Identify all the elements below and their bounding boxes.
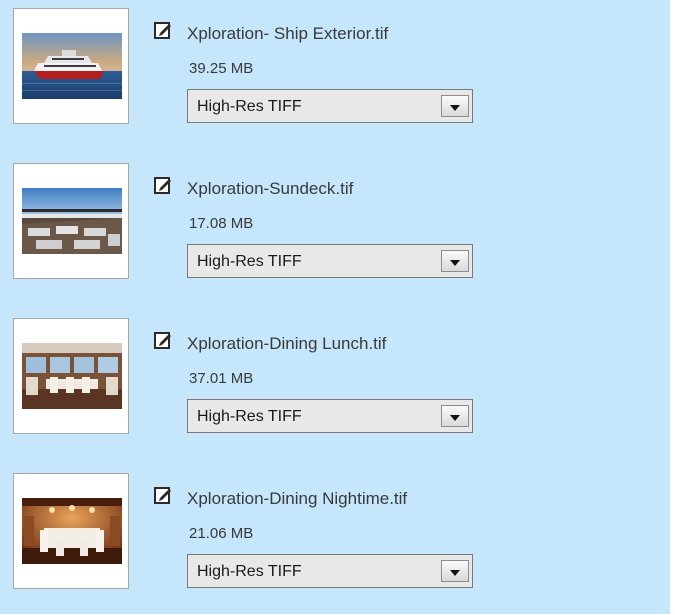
edit-icon[interactable] bbox=[154, 176, 172, 194]
file-name: Xploration- Ship Exterior.tif bbox=[187, 24, 389, 43]
format-select[interactable]: High-Res TIFF bbox=[187, 554, 473, 588]
format-select-value: High-Res TIFF bbox=[197, 98, 302, 115]
thumbnail-ship-exterior[interactable] bbox=[22, 33, 122, 99]
format-select[interactable]: High-Res TIFF bbox=[187, 399, 473, 433]
chevron-down-icon[interactable] bbox=[441, 560, 469, 582]
thumbnail-frame[interactable] bbox=[13, 8, 129, 124]
format-select-value: High-Res TIFF bbox=[197, 408, 302, 425]
file-item: Xploration-Sundeck.tif 17.08 MB High-Res… bbox=[0, 155, 670, 305]
file-size: 39.25 MB bbox=[189, 60, 254, 77]
thumbnail-frame[interactable] bbox=[13, 318, 129, 434]
chevron-down-icon[interactable] bbox=[441, 250, 469, 272]
thumbnail-sundeck[interactable] bbox=[22, 188, 122, 254]
thumbnail-dining-nightime[interactable] bbox=[22, 498, 122, 564]
edit-icon[interactable] bbox=[154, 331, 172, 349]
format-select[interactable]: High-Res TIFF bbox=[187, 244, 473, 278]
chevron-down-icon[interactable] bbox=[441, 405, 469, 427]
file-size: 37.01 MB bbox=[189, 370, 254, 387]
file-item: Xploration-Dining Lunch.tif 37.01 MB Hig… bbox=[0, 310, 670, 460]
chevron-down-icon[interactable] bbox=[441, 95, 469, 117]
file-size: 21.06 MB bbox=[189, 525, 254, 542]
file-size: 17.08 MB bbox=[189, 215, 254, 232]
edit-icon[interactable] bbox=[154, 486, 172, 504]
file-name: Xploration-Dining Nightime.tif bbox=[187, 489, 408, 508]
format-select[interactable]: High-Res TIFF bbox=[187, 89, 473, 123]
format-select-value: High-Res TIFF bbox=[197, 563, 302, 580]
thumbnail-dining-lunch[interactable] bbox=[22, 343, 122, 409]
edit-icon[interactable] bbox=[154, 21, 172, 39]
thumbnail-frame[interactable] bbox=[13, 473, 129, 589]
thumbnail-frame[interactable] bbox=[13, 163, 129, 279]
format-select-value: High-Res TIFF bbox=[197, 253, 302, 270]
file-name: Xploration-Sundeck.tif bbox=[187, 179, 354, 198]
file-name: Xploration-Dining Lunch.tif bbox=[187, 334, 387, 353]
file-item: Xploration- Ship Exterior.tif 39.25 MB H… bbox=[0, 0, 670, 150]
file-list-panel: Xploration- Ship Exterior.tif 39.25 MB H… bbox=[0, 0, 670, 614]
file-item: Xploration-Dining Nightime.tif 21.06 MB … bbox=[0, 465, 670, 615]
